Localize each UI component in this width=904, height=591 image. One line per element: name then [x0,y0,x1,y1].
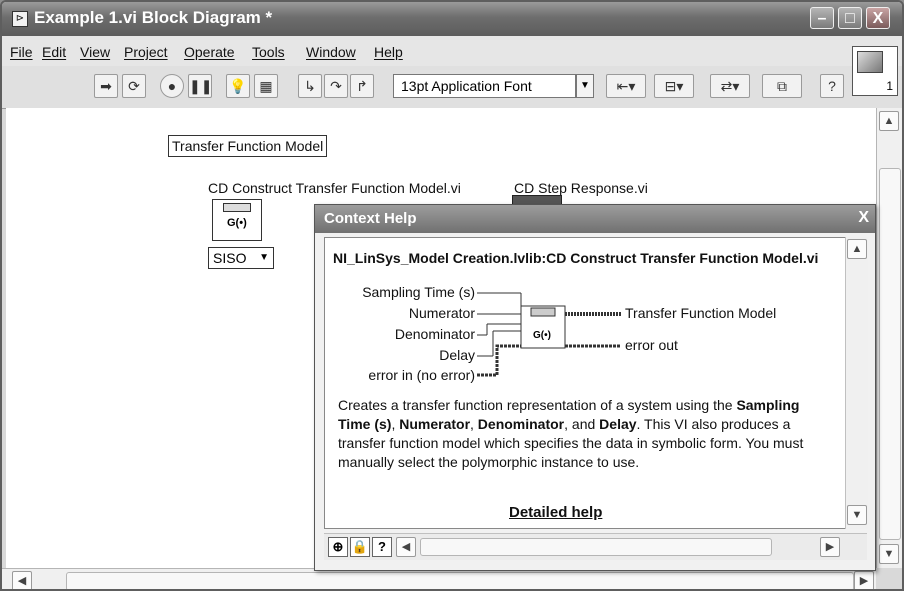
menu-view[interactable]: View [80,44,110,60]
step-response-vi-label: CD Step Response.vi [514,180,648,196]
menu-edit[interactable]: Edit [42,44,66,60]
menu-operate[interactable]: Operate [184,44,235,60]
reorder-icon[interactable]: ⇄▾ [710,74,750,98]
close-button[interactable]: X [866,7,890,29]
construct-vi-label: CD Construct Transfer Function Model.vi [208,180,461,196]
lock-icon[interactable]: 🔒 [350,537,370,557]
description-term-denominator: Denominator [477,416,565,432]
context-help-content: NI_LinSys_Model Creation.lvlib:CD Constr… [324,237,846,529]
selector-value: SISO [213,250,247,266]
step-into-icon[interactable]: ↳ [298,74,322,98]
description-separator: , and [564,416,600,432]
block-diagram-window: ⊳ Example 1.vi Block Diagram * – □ X Fil… [0,0,904,591]
align-objects-icon[interactable]: ⇤▾ [606,74,646,98]
horizontal-scrollbar[interactable]: ◀ ▶ [2,568,876,589]
context-help-title-bar[interactable]: Context Help X [315,205,875,233]
show-optional-terminals-icon[interactable]: ⊕ [328,537,348,557]
context-help-window[interactable]: Context Help X NI_LinSys_Model Creation.… [314,204,876,571]
retain-wire-values-icon[interactable]: ▦ [254,74,278,98]
vi-icon-number: 1 [886,79,893,93]
context-help-title: Context Help [324,210,417,227]
polymorphic-selector[interactable]: SISO ▼ [208,247,274,269]
context-help-vertical-scrollbar[interactable]: ▲ ▼ [845,237,868,529]
context-help-scroll-right-icon[interactable]: ▶ [820,537,840,557]
pause-icon[interactable]: ❚❚ [188,74,212,98]
menu-tools[interactable]: Tools [252,44,285,60]
menu-file[interactable]: File [10,44,33,60]
abort-icon[interactable]: ● [160,74,184,98]
vi-icon-image [857,51,883,73]
maximize-button[interactable]: □ [838,7,862,29]
labview-app-icon[interactable]: ⊳ [12,11,28,27]
scroll-left-icon[interactable]: ◀ [12,571,32,589]
context-help-scroll-left-icon[interactable]: ◀ [396,537,416,557]
description-term-delay: Delay [599,416,637,432]
scroll-up-icon[interactable]: ▲ [879,111,899,131]
run-arrow-icon[interactable]: ➡ [94,74,118,98]
context-help-scroll-up-icon[interactable]: ▲ [847,239,867,259]
context-help-scroll-down-icon[interactable]: ▼ [847,505,867,525]
context-help-horizontal-thumb[interactable] [420,538,772,556]
wire-error-in [477,344,521,377]
menu-window[interactable]: Window [306,44,356,60]
menu-project[interactable]: Project [124,44,168,60]
chevron-down-icon[interactable]: ▼ [576,74,594,98]
title-bar[interactable]: ⊳ Example 1.vi Block Diagram * – □ X [2,2,902,36]
menu-bar: File Edit View Project Operate Tools Win… [2,36,902,66]
description-lead: Creates a transfer function representati… [338,397,733,413]
output-error-out: error out [625,337,678,353]
menu-help[interactable]: Help [374,44,403,60]
vertical-scroll-thumb[interactable] [879,168,901,540]
step-out-icon[interactable]: ↱ [350,74,374,98]
scroll-right-icon[interactable]: ▶ [854,571,874,589]
detailed-help-link[interactable]: Detailed help [509,504,602,521]
step-over-icon[interactable]: ↷ [324,74,348,98]
minimize-button[interactable]: – [810,7,834,29]
description-separator: , [470,416,478,432]
context-help-description: Creates a transfer function representati… [338,396,828,472]
node-glyph: G(•) [227,217,247,229]
context-help-icon[interactable]: ? [820,74,844,98]
chevron-down-icon: ▼ [259,252,269,263]
vi-icon[interactable]: 1 [852,46,898,96]
context-help-node-glyph: G(•) [533,330,551,341]
highlight-execution-icon[interactable]: 💡 [226,74,250,98]
node-header [223,203,251,212]
run-continuously-icon[interactable]: ⟳ [122,74,146,98]
font-select[interactable]: 13pt Application Font [393,74,576,98]
horizontal-scroll-thumb[interactable] [66,572,854,589]
description-term-numerator: Numerator [399,416,471,432]
toolbar: ➡ ⟳ ● ❚❚ 💡 ▦ ↳ ↷ ↱ 13pt Application Font… [2,66,902,109]
scroll-down-icon[interactable]: ▼ [879,544,899,564]
context-help-bottom-bar: ⊕ 🔒 ? ◀ ▶ [324,533,867,560]
distribute-objects-icon[interactable]: ⊟▾ [654,74,694,98]
context-help-node-header [530,307,556,317]
window-title: Example 1.vi Block Diagram * [34,8,273,27]
construct-tf-model-node[interactable]: G(•) [212,199,262,241]
transfer-function-model-constant[interactable]: Transfer Function Model [168,135,328,157]
clean-up-diagram-icon[interactable]: ⧉ [762,74,802,98]
context-help-close-button[interactable]: X [858,209,869,227]
output-transfer-function-model: Transfer Function Model [625,305,777,321]
vertical-scrollbar[interactable]: ▲ ▼ [876,108,902,568]
detailed-help-button[interactable]: ? [372,537,392,557]
